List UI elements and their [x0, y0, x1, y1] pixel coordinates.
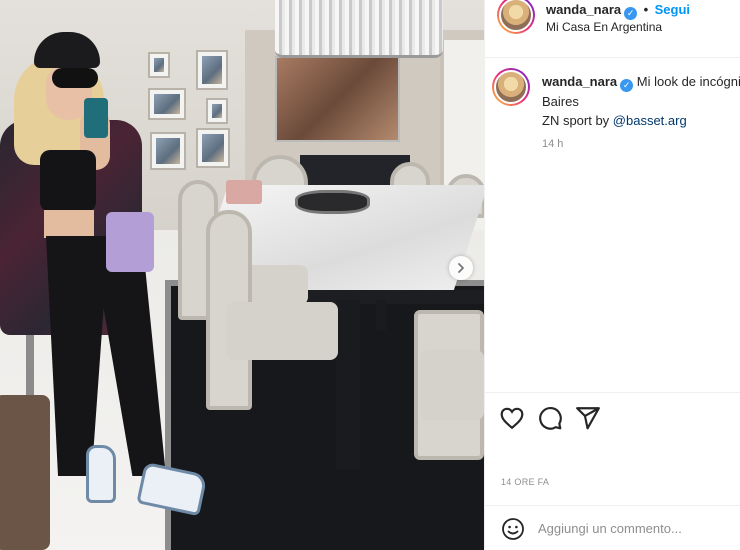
post-actions-bar [485, 392, 740, 444]
person-purse [106, 212, 154, 272]
post-side-panel: wanda_nara ✓ • Segui Mi Casa En Argentina… [484, 0, 740, 550]
caption-author-avatar[interactable] [492, 68, 530, 106]
elephant-painting [275, 56, 400, 142]
picture-frame [196, 50, 228, 90]
smiley-icon[interactable] [501, 517, 525, 541]
comment-bubble-icon[interactable] [537, 405, 563, 431]
caption-mention-link[interactable]: @basset.arg [613, 113, 687, 128]
verified-badge-icon: ✓ [620, 79, 634, 92]
post-caption: wanda_nara✓ Mi look de incógnito por Bue… [542, 72, 740, 130]
picture-frame [196, 128, 230, 168]
paper-plane-icon[interactable] [575, 405, 601, 431]
chandelier [275, 0, 443, 58]
post-location[interactable]: Mi Casa En Argentina [546, 20, 662, 34]
post-photo[interactable] [0, 0, 484, 550]
person-sneaker [86, 445, 116, 503]
caption-line-3: ZN sport by @basset.arg [542, 111, 740, 130]
table-leg [376, 300, 386, 330]
caption-text: Mi look de incógnito por Buenos [636, 74, 740, 89]
person-top [40, 150, 96, 212]
luggage [0, 395, 50, 550]
chair-seat [226, 302, 338, 360]
table-leg [336, 300, 360, 470]
tray [295, 190, 370, 214]
author-username[interactable]: wanda_nara [546, 2, 621, 17]
verified-badge-icon: ✓ [624, 7, 638, 20]
person-midriff [44, 210, 94, 238]
person-phone [84, 98, 108, 138]
post-timestamp: 14 ORE FA [501, 477, 550, 487]
pink-bag [226, 180, 262, 204]
comment-input[interactable] [538, 517, 738, 539]
caption-line-2: Baires [542, 94, 579, 109]
picture-frame [206, 98, 228, 124]
next-photo-button[interactable] [449, 256, 473, 280]
comment-box [485, 505, 740, 550]
picture-frame [148, 88, 186, 120]
header-title-row: wanda_nara ✓ • Segui [546, 1, 690, 20]
heart-icon[interactable] [499, 405, 525, 431]
picture-frame [148, 52, 170, 78]
person-sunglasses [52, 68, 98, 88]
chevron-right-icon [458, 263, 464, 273]
picture-frame [150, 132, 186, 170]
caption-author-username[interactable]: wanda_nara [542, 74, 617, 89]
caption-line-1: wanda_nara✓ Mi look de incógnito por Bue… [542, 72, 740, 92]
author-avatar[interactable] [497, 0, 535, 34]
separator-dot: • [643, 2, 649, 17]
chair-seat [420, 350, 484, 420]
caption-relative-time: 14 h [542, 138, 564, 150]
post-header: wanda_nara ✓ • Segui Mi Casa En Argentina [485, 0, 740, 58]
follow-button[interactable]: Segui [655, 2, 690, 17]
caption-brand-text: ZN sport by [542, 113, 613, 128]
